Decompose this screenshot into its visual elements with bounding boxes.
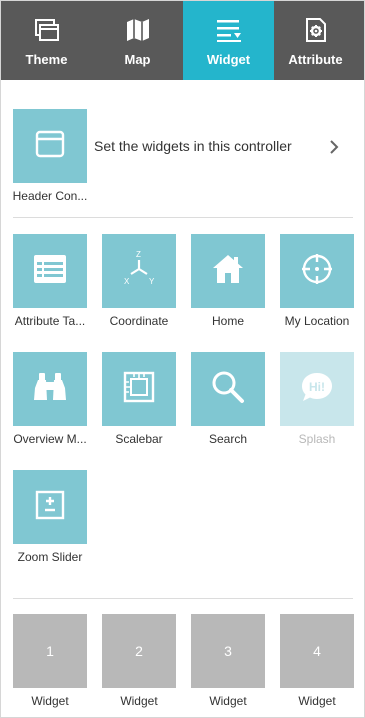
search-icon [210, 369, 246, 410]
widget-slot-label: Widget [298, 694, 336, 708]
widget-icon [214, 15, 244, 45]
divider [13, 598, 353, 599]
theme-icon [32, 15, 62, 45]
header-controller-row[interactable]: Header Con... Set the widgets in this co… [1, 109, 364, 206]
header-controller-description: Set the widgets in this controller [94, 138, 292, 154]
widget-zoom-slider-label: Zoom Slider [17, 550, 83, 564]
widget-overview-map-label: Overview M... [13, 432, 87, 446]
tab-attribute[interactable]: Attribute [274, 1, 357, 80]
zoom-slider-icon [34, 489, 66, 526]
overview-map-icon [30, 370, 70, 409]
tab-attribute-label: Attribute [288, 52, 343, 67]
home-icon [210, 252, 246, 291]
my-location-icon [299, 251, 335, 292]
widget-slot-number: 2 [135, 643, 143, 659]
widget-slot-label: Widget [209, 694, 247, 708]
widget-overview-map[interactable] [13, 352, 87, 426]
widget-slot-number: 3 [224, 643, 232, 659]
widget-slot-2[interactable]: 2 [102, 614, 176, 688]
tab-widget-label: Widget [206, 52, 251, 67]
tab-map[interactable]: Map [92, 1, 183, 80]
tab-widget[interactable]: Widget [183, 1, 274, 80]
widget-coordinate-label: Coordinate [109, 314, 169, 328]
widget-slot-1[interactable]: 1 [13, 614, 87, 688]
map-icon [123, 15, 153, 45]
chevron-right-icon[interactable] [328, 139, 340, 160]
widget-scalebar[interactable] [102, 352, 176, 426]
coordinate-axis-y: Y [149, 277, 155, 286]
widget-slot-label: Widget [120, 694, 158, 708]
widget-my-location[interactable] [280, 234, 354, 308]
attribute-table-icon [32, 253, 68, 290]
widget-search-label: Search [208, 432, 248, 446]
coordinate-axis-z: Z [136, 250, 141, 259]
scalebar-icon [122, 370, 156, 409]
header-controller-icon [35, 129, 65, 164]
widget-zoom-slider[interactable] [13, 470, 87, 544]
widget-attribute-table-label: Attribute Ta... [14, 314, 86, 328]
widget-slot-label: Widget [31, 694, 69, 708]
widget-splash[interactable]: Hi! [280, 352, 354, 426]
tab-theme-label: Theme [25, 52, 68, 67]
attribute-icon [301, 15, 331, 45]
divider [13, 217, 353, 218]
widget-slot-number: 4 [313, 643, 321, 659]
coordinate-icon: Z X Y [119, 249, 159, 294]
top-tab-bar: Theme Map Widget Attribute [1, 1, 364, 80]
widget-slot-number: 1 [46, 643, 54, 659]
widget-slot-3[interactable]: 3 [191, 614, 265, 688]
widget-home-label: Home [211, 314, 244, 328]
header-controller-label: Header Con... [12, 189, 88, 203]
splash-icon-text: Hi! [309, 380, 325, 394]
widget-home[interactable] [191, 234, 265, 308]
widget-slot-4[interactable]: 4 [280, 614, 354, 688]
widget-splash-label: Splash [298, 432, 336, 446]
widget-settings-panel: Theme Map Widget Attribute Header Con...… [0, 0, 365, 718]
widget-coordinate[interactable]: Z X Y [102, 234, 176, 308]
widget-attribute-table[interactable] [13, 234, 87, 308]
header-controller-tile[interactable] [13, 109, 87, 183]
widget-scalebar-label: Scalebar [115, 432, 163, 446]
coordinate-axis-x: X [124, 277, 130, 286]
widget-search[interactable] [191, 352, 265, 426]
tab-map-label: Map [124, 52, 151, 67]
splash-icon: Hi! [299, 370, 335, 409]
tab-theme[interactable]: Theme [1, 1, 92, 80]
widget-my-location-label: My Location [284, 314, 350, 328]
